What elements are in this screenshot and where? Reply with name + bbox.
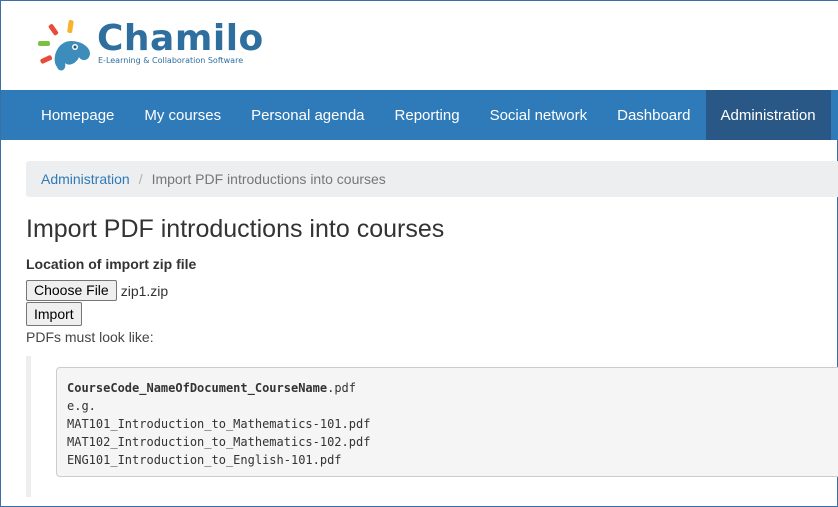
brand-name: Chamilo <box>97 18 264 59</box>
example-eg: e.g. <box>67 399 96 413</box>
nav-item-personal-agenda[interactable]: Personal agenda <box>236 90 379 140</box>
chameleon-logo-icon <box>38 20 91 71</box>
example-blockquote: CourseCode_NameOfDocument_CourseName.pdf… <box>26 356 838 497</box>
breadcrumb-current: Import PDF introductions into courses <box>151 171 386 187</box>
example-file-line: ENG101_Introduction_to_English-101.pdf <box>67 453 342 467</box>
breadcrumb: Administration / Import PDF introduction… <box>26 161 838 197</box>
pattern-line: CourseCode_NameOfDocument_CourseName.pdf <box>67 379 835 397</box>
zip-location-label: Location of import zip file <box>26 256 197 272</box>
example-file-line: MAT102_Introduction_to_Mathematics-102.p… <box>67 435 371 449</box>
nav-item-social-network[interactable]: Social network <box>475 90 603 140</box>
nav-item-administration[interactable]: Administration <box>705 90 831 140</box>
brand-tagline: E-Learning & Collaboration Software <box>98 56 244 65</box>
nav-item-homepage[interactable]: Homepage <box>26 90 129 140</box>
nav-item-reporting[interactable]: Reporting <box>380 90 475 140</box>
main-navbar: Homepage My courses Personal agenda Repo… <box>1 90 838 140</box>
import-button[interactable]: Import <box>26 302 82 326</box>
breadcrumb-separator: / <box>138 171 143 187</box>
breadcrumb-administration-link[interactable]: Administration <box>41 171 130 187</box>
choose-file-button[interactable]: Choose File <box>26 280 117 301</box>
page-title: Import PDF introductions into courses <box>26 215 445 243</box>
example-code-block: CourseCode_NameOfDocument_CourseName.pdf… <box>56 367 838 477</box>
pattern-name: CourseCode_NameOfDocument_CourseName <box>67 381 328 395</box>
nav-item-my-courses[interactable]: My courses <box>129 90 236 140</box>
site-header: Chamilo E-Learning & Collaboration Softw… <box>1 1 838 90</box>
selected-file-name: zip1.zip <box>120 282 169 299</box>
file-input: Choose File zip1.zip <box>26 280 168 301</box>
chamilo-logo[interactable]: Chamilo E-Learning & Collaboration Softw… <box>37 19 267 74</box>
example-file-line: MAT101_Introduction_to_Mathematics-101.p… <box>67 417 371 431</box>
pattern-extension: .pdf <box>327 381 356 395</box>
pdf-format-hint: PDFs must look like: <box>26 329 154 345</box>
nav-item-dashboard[interactable]: Dashboard <box>602 90 705 140</box>
